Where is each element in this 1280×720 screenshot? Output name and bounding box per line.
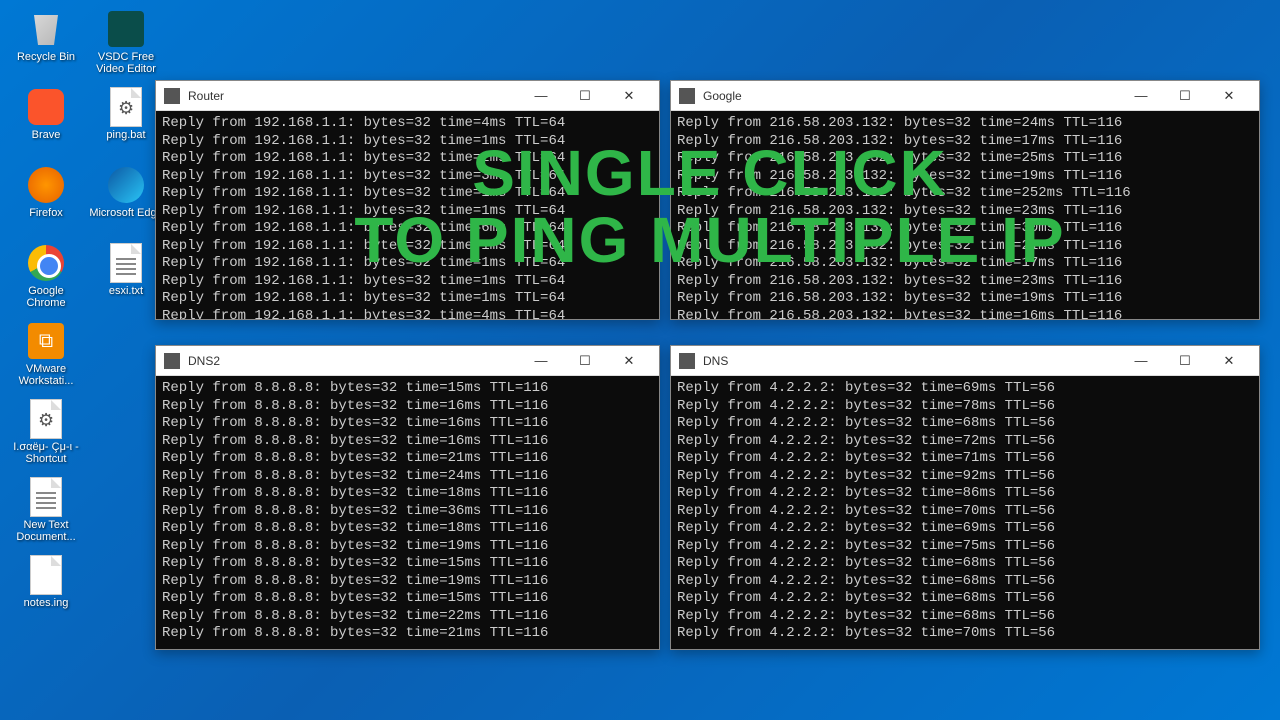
desktop-icons-col2: VSDC Free Video Editor ping.bat Microsof… — [88, 5, 164, 317]
shortcut-icon — [26, 399, 66, 439]
icon-label: esxi.txt — [109, 285, 143, 297]
close-button[interactable]: ✕ — [607, 82, 651, 110]
text-file-icon — [26, 477, 66, 517]
desktop-icon-edge[interactable]: Microsoft Edge — [88, 161, 164, 239]
icon-label: VSDC Free Video Editor — [89, 51, 163, 75]
desktop-icon-chrome[interactable]: Google Chrome — [8, 239, 84, 317]
desktop-icon-recycle-bin[interactable]: Recycle Bin — [8, 5, 84, 83]
bat-file-icon — [106, 87, 146, 127]
minimize-button[interactable]: — — [519, 347, 563, 375]
window-controls: —☐✕ — [519, 82, 651, 110]
window-controls: —☐✕ — [1119, 82, 1251, 110]
icon-label: Ι.σαëμ- Çμ-ι - Shortcut — [9, 441, 83, 465]
icon-label: Google Chrome — [9, 285, 83, 309]
desktop-icon-vmware[interactable]: VMware Workstati... — [8, 317, 84, 395]
minimize-button[interactable]: — — [519, 82, 563, 110]
terminal-window-google[interactable]: Google—☐✕Reply from 216.58.203.132: byte… — [670, 80, 1260, 320]
brave-icon — [26, 87, 66, 127]
cmd-icon — [164, 353, 180, 369]
desktop-icon-firefox[interactable]: Firefox — [8, 161, 84, 239]
titlebar[interactable]: Router—☐✕ — [156, 81, 659, 111]
titlebar[interactable]: DNS—☐✕ — [671, 346, 1259, 376]
desktop-icon-vsdc[interactable]: VSDC Free Video Editor — [88, 5, 164, 83]
cmd-icon — [164, 88, 180, 104]
text-file-icon — [106, 243, 146, 283]
terminal-output[interactable]: Reply from 216.58.203.132: bytes=32 time… — [671, 111, 1259, 319]
desktop-icon-esxitxt[interactable]: esxi.txt — [88, 239, 164, 317]
window-controls: —☐✕ — [519, 347, 651, 375]
icon-label: ping.bat — [106, 129, 145, 141]
desktop-icon-notes[interactable]: notes.ing — [8, 551, 84, 629]
close-button[interactable]: ✕ — [1207, 347, 1251, 375]
terminal-window-dns2[interactable]: DNS2—☐✕Reply from 8.8.8.8: bytes=32 time… — [155, 345, 660, 650]
window-title: Google — [703, 89, 1119, 103]
icon-label: Firefox — [29, 207, 63, 219]
maximize-button[interactable]: ☐ — [563, 347, 607, 375]
desktop-icon-pingbat[interactable]: ping.bat — [88, 83, 164, 161]
icon-label: VMware Workstati... — [9, 363, 83, 387]
icon-label: New Text Document... — [9, 519, 83, 543]
maximize-button[interactable]: ☐ — [1163, 82, 1207, 110]
terminal-window-dns[interactable]: DNS—☐✕Reply from 4.2.2.2: bytes=32 time=… — [670, 345, 1260, 650]
chrome-icon — [26, 243, 66, 283]
edge-icon — [106, 165, 146, 205]
maximize-button[interactable]: ☐ — [563, 82, 607, 110]
desktop-icon-brave[interactable]: Brave — [8, 83, 84, 161]
icon-label: Recycle Bin — [17, 51, 75, 63]
icon-label: notes.ing — [24, 597, 69, 609]
firefox-icon — [26, 165, 66, 205]
vmware-icon — [26, 321, 66, 361]
terminal-output[interactable]: Reply from 4.2.2.2: bytes=32 time=69ms T… — [671, 376, 1259, 649]
recycle-bin-icon — [26, 9, 66, 49]
terminal-window-router[interactable]: Router—☐✕Reply from 192.168.1.1: bytes=3… — [155, 80, 660, 320]
titlebar[interactable]: DNS2—☐✕ — [156, 346, 659, 376]
minimize-button[interactable]: — — [1119, 347, 1163, 375]
window-title: Router — [188, 89, 519, 103]
window-title: DNS — [703, 354, 1119, 368]
terminal-output[interactable]: Reply from 8.8.8.8: bytes=32 time=15ms T… — [156, 376, 659, 649]
icon-label: Brave — [32, 129, 61, 141]
maximize-button[interactable]: ☐ — [1163, 347, 1207, 375]
icon-label: Microsoft Edge — [89, 207, 162, 219]
terminal-output[interactable]: Reply from 192.168.1.1: bytes=32 time=4m… — [156, 111, 659, 319]
file-icon — [26, 555, 66, 595]
desktop-icon-shortcut[interactable]: Ι.σαëμ- Çμ-ι - Shortcut — [8, 395, 84, 473]
window-controls: —☐✕ — [1119, 347, 1251, 375]
desktop-icons-col1: Recycle Bin Brave Firefox Google Chrome … — [8, 5, 84, 629]
desktop-icon-newtext[interactable]: New Text Document... — [8, 473, 84, 551]
close-button[interactable]: ✕ — [1207, 82, 1251, 110]
titlebar[interactable]: Google—☐✕ — [671, 81, 1259, 111]
window-title: DNS2 — [188, 354, 519, 368]
close-button[interactable]: ✕ — [607, 347, 651, 375]
vsdc-icon — [106, 9, 146, 49]
cmd-icon — [679, 353, 695, 369]
cmd-icon — [679, 88, 695, 104]
minimize-button[interactable]: — — [1119, 82, 1163, 110]
